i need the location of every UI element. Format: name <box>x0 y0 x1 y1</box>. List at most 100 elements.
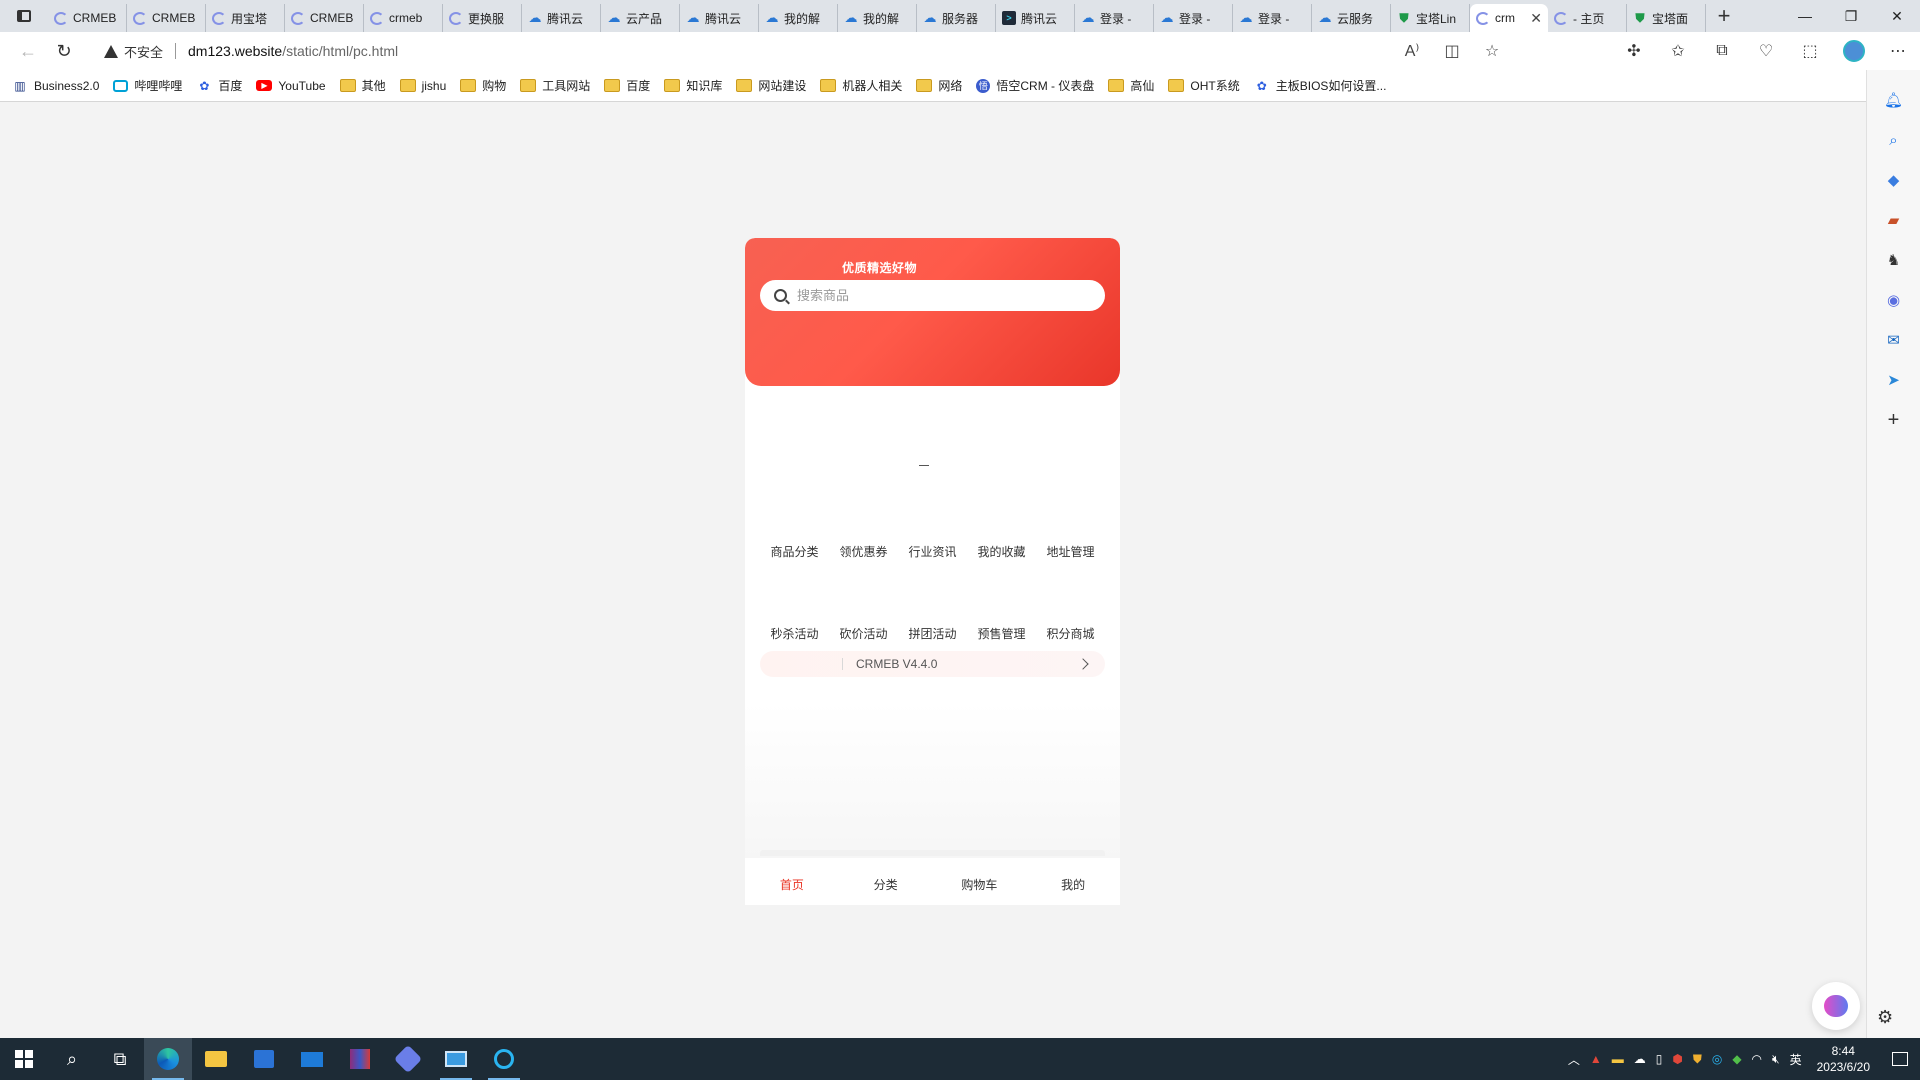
tabbar-item[interactable]: 分类 <box>839 858 933 905</box>
tabbar-item[interactable]: 购物车 <box>933 858 1027 905</box>
browser-tab[interactable]: ☁ 腾讯云 <box>522 4 601 32</box>
bookmark-item[interactable]: 知识库 <box>664 77 722 94</box>
favorite-star-icon[interactable]: ☆ <box>1472 41 1512 61</box>
browser-tab[interactable]: ☁ 服务器 <box>917 4 996 32</box>
clock[interactable]: 8:44 2023/6/20 <box>1807 1043 1880 1075</box>
volume-muted-icon[interactable]: 🔇︎ <box>1767 1052 1785 1067</box>
taskbar-store-icon[interactable] <box>240 1038 288 1080</box>
bookmark-item[interactable]: 哔哩哔哩 <box>113 77 182 94</box>
task-view-icon[interactable]: ⧉ <box>96 1038 144 1080</box>
bookmark-item[interactable]: 高仙 <box>1108 77 1154 94</box>
search-input[interactable] <box>797 288 1077 303</box>
bookmark-item[interactable]: 其他 <box>339 77 386 94</box>
extensions-icon[interactable]: ✣ <box>1612 41 1656 61</box>
bookmark-item[interactable]: 悟悟空CRM - 仪表盘 <box>976 77 1094 94</box>
bookmark-item[interactable]: 百度 <box>604 77 650 94</box>
tray-shield-icon[interactable]: ⬢ <box>1667 1052 1687 1066</box>
nav-grid-item[interactable]: 预售管理 <box>967 625 1036 643</box>
browser-tab[interactable]: C 更换服 <box>443 4 522 32</box>
browser-tab[interactable]: C - 主页 <box>1548 4 1627 32</box>
browser-tab[interactable]: C 用宝塔 <box>206 4 285 32</box>
nav-grid-item[interactable]: 我的收藏 <box>967 543 1036 561</box>
nav-grid-item[interactable]: 积分商城 <box>1036 625 1105 643</box>
taskbar-app-icon[interactable] <box>384 1038 432 1080</box>
bookmark-item[interactable]: ✿ 主板BIOS如何设置... <box>1254 77 1387 94</box>
usb-icon[interactable]: ▯ <box>1651 1052 1668 1066</box>
minimize-button[interactable]: — <box>1782 0 1828 32</box>
office-icon[interactable]: ◉ <box>1877 280 1911 320</box>
tray-overflow-icon[interactable]: ︿ <box>1563 1051 1585 1068</box>
nav-grid-item[interactable]: 拼团活动 <box>898 625 967 643</box>
taskbar-explorer-icon[interactable] <box>192 1038 240 1080</box>
bookmark-item[interactable]: ▥ Business2.0 <box>12 79 99 93</box>
new-tab-button[interactable]: + <box>1706 0 1742 32</box>
read-aloud-icon[interactable]: A⁾ <box>1392 41 1432 61</box>
network-icon[interactable]: ◠ <box>1747 1052 1767 1066</box>
close-window-button[interactable]: ✕ <box>1874 0 1920 32</box>
news-ticker[interactable]: CRMEB V4.4.0 <box>760 651 1105 677</box>
tray-sync-icon[interactable]: ◎ <box>1707 1052 1727 1066</box>
browser-tab[interactable]: C CRMEB <box>48 4 127 32</box>
ime-indicator[interactable]: 英 <box>1785 1051 1807 1068</box>
tray-green-icon[interactable]: ◆ <box>1727 1052 1746 1066</box>
browser-tab[interactable]: ☁ 登录 - <box>1075 4 1154 32</box>
split-screen-icon[interactable]: ◫ <box>1432 41 1472 61</box>
browser-tab[interactable]: C CRMEB <box>285 4 364 32</box>
tools-briefcase-icon[interactable]: ▰ <box>1877 200 1911 240</box>
bookmark-item[interactable]: jishu <box>399 79 446 93</box>
collections-icon[interactable]: ⧉ <box>1700 42 1744 60</box>
bookmark-item[interactable]: 购物 <box>460 77 506 94</box>
profile-avatar[interactable] <box>1843 40 1865 62</box>
bookmark-item[interactable]: ▶ YouTube <box>256 79 326 93</box>
tab-actions-button[interactable] <box>0 0 48 32</box>
browser-tab[interactable]: ☁ 云服务 <box>1312 4 1391 32</box>
sidebar-settings-icon[interactable]: ⚙ <box>1877 1007 1893 1028</box>
nav-grid-item[interactable]: 行业资讯 <box>898 543 967 561</box>
taskbar-search-icon[interactable]: ⌕ <box>48 1038 96 1080</box>
bookmark-item[interactable]: 工具网站 <box>520 77 590 94</box>
taskbar-edge-icon[interactable] <box>144 1038 192 1080</box>
back-button[interactable]: ← <box>10 33 46 69</box>
action-center-icon[interactable] <box>1880 1038 1920 1080</box>
restore-button[interactable]: ❐ <box>1828 0 1874 32</box>
browser-tab[interactable]: ☁ 我的解 <box>838 4 917 32</box>
bookmark-item[interactable]: ✿ 百度 <box>196 77 242 94</box>
taskbar-winrar-icon[interactable] <box>336 1038 384 1080</box>
taskbar-quick-assist-icon[interactable] <box>480 1038 528 1080</box>
taskbar-remote-desktop-icon[interactable] <box>432 1038 480 1080</box>
bookmark-item[interactable]: OHT系统 <box>1168 77 1240 94</box>
bookmark-item[interactable]: 机器人相关 <box>820 77 902 94</box>
tray-app-icon[interactable]: ▲ <box>1585 1052 1607 1066</box>
browser-tab[interactable]: ☁ 登录 - <box>1233 4 1312 32</box>
screenshot-icon[interactable]: ⬚ <box>1788 41 1832 61</box>
notification-bell-icon[interactable]: 🔔︎ <box>1877 80 1911 120</box>
browser-tab[interactable]: ☁ 腾讯云 <box>680 4 759 32</box>
tabbar-item[interactable]: 首页 <box>745 858 839 905</box>
games-chess-icon[interactable]: ♞ <box>1877 240 1911 280</box>
outlook-icon[interactable]: ✉ <box>1877 320 1911 360</box>
nav-grid-item[interactable]: 领优惠券 <box>829 543 898 561</box>
browser-tab[interactable]: ☁ 云产品 <box>601 4 680 32</box>
start-button[interactable] <box>0 1038 48 1080</box>
refresh-button[interactable]: ↻ <box>46 33 82 69</box>
browser-tab-active[interactable]: Ccrm ✕ <box>1470 4 1548 32</box>
browser-tab[interactable]: ☁ 我的解 <box>759 4 838 32</box>
tabbar-item[interactable]: 我的 <box>1026 858 1120 905</box>
bookmark-item[interactable]: 网站建设 <box>736 77 806 94</box>
browser-tab[interactable]: C CRMEB <box>127 4 206 32</box>
security-indicator[interactable]: 不安全 <box>104 42 163 61</box>
tray-folder-icon[interactable]: ▬ <box>1607 1052 1629 1066</box>
shopping-tag-icon[interactable]: ◆ <box>1877 160 1911 200</box>
address-bar[interactable]: 不安全 dm123.website/static/html/pc.html A⁾… <box>104 35 1512 67</box>
search-bar[interactable] <box>760 280 1105 311</box>
drop-icon[interactable]: ➤ <box>1877 360 1911 400</box>
more-menu-icon[interactable]: ⋯ <box>1876 41 1920 61</box>
favorites-icon[interactable]: ✩ <box>1656 41 1700 61</box>
browser-tab[interactable]: > 腾讯云 <box>996 4 1075 32</box>
nav-grid-item[interactable]: 地址管理 <box>1036 543 1105 561</box>
nav-grid-item[interactable]: 秒杀活动 <box>760 625 829 643</box>
search-icon[interactable]: ⌕ <box>1877 120 1911 160</box>
browser-tab[interactable]: Ccrmeb <box>364 4 443 32</box>
performance-icon[interactable]: ♡ <box>1744 41 1788 61</box>
bookmark-item[interactable]: 网络 <box>916 77 962 94</box>
